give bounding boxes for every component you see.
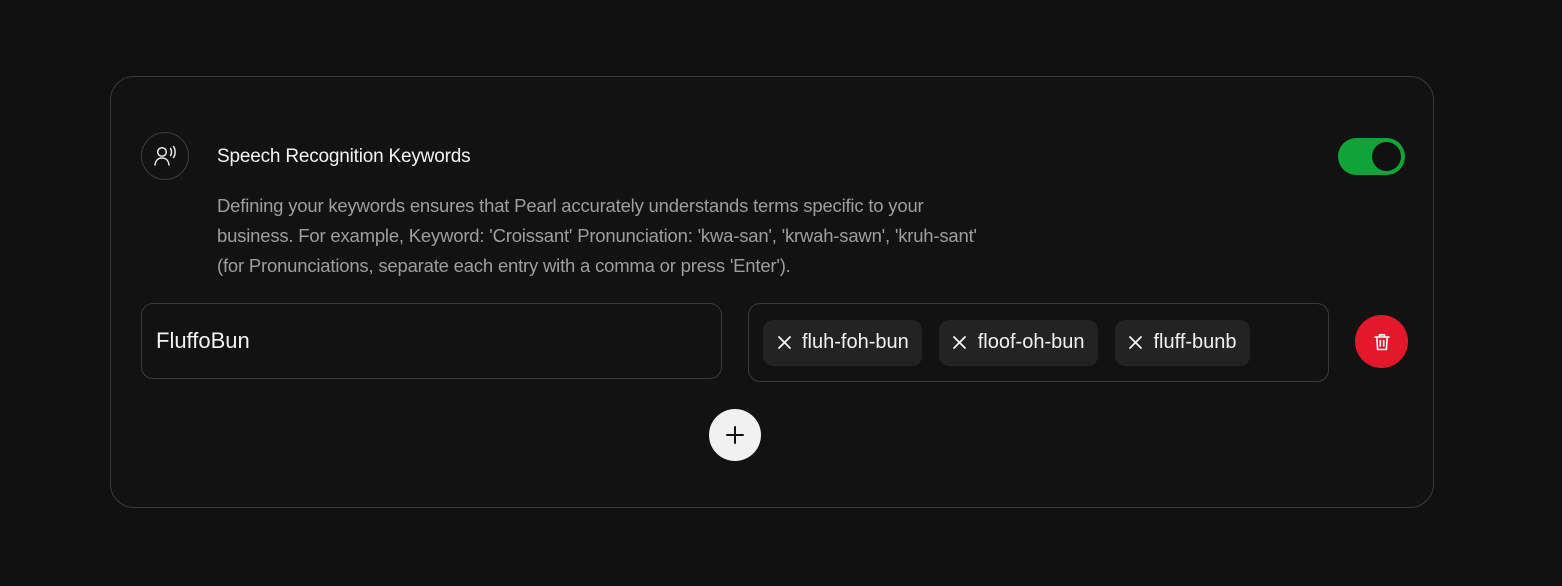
- voice-user-icon: [141, 132, 189, 180]
- keyword-input[interactable]: [141, 303, 722, 379]
- trash-icon: [1373, 333, 1390, 350]
- close-icon[interactable]: [1127, 334, 1145, 352]
- pronunciation-chip: fluff-bunb: [1114, 319, 1250, 366]
- pronunciation-chip: fluh-foh-bun: [763, 319, 922, 366]
- pronunciation-chip: floof-oh-bun: [938, 319, 1098, 366]
- pronunciation-chip-label: fluh-foh-bun: [802, 331, 909, 353]
- close-icon[interactable]: [951, 334, 969, 352]
- keywords-enabled-toggle[interactable]: [1338, 138, 1405, 175]
- toggle-knob: [1372, 142, 1401, 171]
- section-title: Speech Recognition Keywords: [217, 146, 471, 167]
- add-keyword-button[interactable]: [709, 409, 761, 461]
- delete-keyword-button[interactable]: [1355, 315, 1408, 368]
- plus-icon: [726, 426, 744, 444]
- pronunciation-chip-label: floof-oh-bun: [977, 331, 1085, 353]
- section-description: Defining your keywords ensures that Pear…: [217, 195, 977, 276]
- pronunciations-input[interactable]: fluh-foh-bun floof-oh-bun fluff-bunb: [748, 303, 1329, 382]
- pronunciation-chip-label: fluff-bunb: [1153, 331, 1237, 353]
- close-icon[interactable]: [775, 334, 793, 352]
- speech-recognition-card: [110, 76, 1434, 508]
